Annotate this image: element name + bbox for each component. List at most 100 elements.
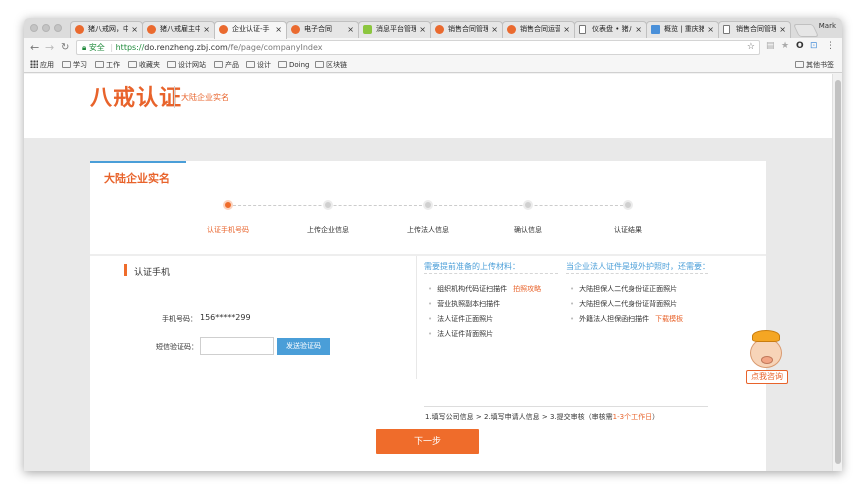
foreign-divider — [566, 273, 708, 274]
bookmark-folder[interactable]: 区块链 — [315, 60, 347, 70]
browser-tab[interactable]: 销售合同管理 × — [718, 21, 791, 38]
flow-suffix: ） — [652, 413, 660, 421]
close-tab-icon[interactable]: × — [131, 22, 138, 37]
browser-tab[interactable]: 销售合同管理 × — [430, 21, 503, 38]
step-dot — [523, 200, 533, 210]
bookmark-folder[interactable]: 设计网站 — [167, 60, 206, 70]
next-step-button[interactable]: 下一步 — [376, 429, 479, 454]
bookmark-star-icon[interactable]: ☆ — [747, 41, 755, 54]
close-tab-icon[interactable]: × — [707, 22, 714, 37]
foreign-item: • 大陆担保人二代身份证正面照片 — [570, 284, 677, 294]
close-tab-icon[interactable]: × — [419, 22, 426, 37]
zbj-logo-icon — [435, 25, 444, 34]
bookmark-folder[interactable]: 收藏夹 — [128, 60, 160, 70]
address-bar[interactable]: 🔒︎ 安全 | https://do.renzheng.zbj.com/fe/p… — [76, 40, 760, 55]
page-scrollbar[interactable] — [832, 74, 842, 471]
step-dot-active — [223, 200, 233, 210]
photo-guide-link[interactable]: 拍照攻略 — [513, 285, 541, 293]
sms-code-input[interactable] — [200, 337, 274, 355]
bookmark-label: 区块链 — [326, 61, 347, 69]
tab-title: 电子合同 — [304, 25, 332, 33]
material-item: • 营业执照副本扫描件 — [428, 299, 500, 309]
minimize-window-icon[interactable] — [42, 24, 50, 32]
bookmark-folder[interactable]: 设计 — [246, 60, 271, 70]
chart-icon — [651, 25, 660, 34]
bookmark-label: 产品 — [225, 61, 239, 69]
back-arrow-icon[interactable]: ← — [30, 41, 39, 54]
maximize-window-icon[interactable] — [54, 24, 62, 32]
bookmark-folder[interactable]: Doing — [278, 60, 310, 70]
bullet-icon: • — [428, 330, 433, 338]
bookmark-folder[interactable]: 学习 — [62, 60, 87, 70]
sms-code-label: 短信验证码： — [156, 343, 198, 351]
browser-tab[interactable]: 仪表盘 • 猪八 × — [574, 21, 647, 38]
send-code-button[interactable]: 发送验证码 — [277, 338, 330, 355]
browser-tab[interactable]: 销售合同运营 × — [502, 21, 575, 38]
close-window-icon[interactable] — [30, 24, 38, 32]
forward-arrow-icon[interactable]: → — [45, 41, 54, 54]
browser-tab[interactable]: 猪八戒雇主中 × — [142, 21, 215, 38]
close-tab-icon[interactable]: × — [203, 22, 210, 37]
tab-title: 猪八戒网，中 — [88, 25, 128, 33]
extension-ring-icon[interactable]: O — [796, 41, 804, 51]
scroll-thumb[interactable] — [835, 80, 841, 464]
phone-label: 手机号码： — [162, 315, 197, 323]
extension-icon[interactable]: ★ — [781, 41, 789, 51]
close-tab-icon[interactable]: × — [275, 22, 282, 37]
zbj-logo-icon — [75, 25, 84, 34]
download-template-link[interactable]: 下载模板 — [655, 315, 683, 323]
bookmark-other[interactable]: 其他书签 — [795, 60, 834, 70]
folder-icon — [246, 61, 255, 68]
close-tab-icon[interactable]: × — [347, 22, 354, 37]
browser-tab[interactable]: 概览 | 重庆猪 × — [646, 21, 719, 38]
zbj-logo-icon — [291, 25, 300, 34]
browser-tab[interactable]: 电子合同 × — [286, 21, 359, 38]
phone-value: 156*****299 — [200, 313, 251, 322]
bookmark-label: Doing — [289, 61, 310, 69]
bookmark-label: 工作 — [106, 61, 120, 69]
step-label-confirm: 确认信息 — [514, 226, 542, 234]
column-divider — [416, 256, 417, 379]
close-tab-icon[interactable]: × — [635, 22, 642, 37]
mascot-nose-icon — [761, 356, 773, 364]
step-dot — [623, 200, 633, 210]
card-title: 大陆企业实名 — [104, 172, 170, 185]
browser-window: 猪八戒网，中 × 猪八戒雇主中 × 企业认证-手 × 电子合同 × 消息平台管理… — [24, 18, 842, 471]
url-host: do.renzheng.zbj.com — [144, 43, 228, 52]
extension-icon[interactable]: ▤ — [766, 41, 775, 51]
browser-tab-active[interactable]: 企业认证-手 × — [214, 21, 287, 39]
foreign-item: • 大陆担保人二代身份证背面照片 — [570, 299, 677, 309]
folder-icon — [62, 61, 71, 68]
tab-title: 销售合同管理 — [448, 25, 488, 33]
extension-icon[interactable]: ⊡ — [810, 41, 818, 51]
close-tab-icon[interactable]: × — [563, 22, 570, 37]
site-logo[interactable]: 八戒认证 — [90, 80, 182, 112]
bookmark-apps[interactable]: 应用 — [30, 60, 54, 70]
bookmark-folder[interactable]: 工作 — [95, 60, 120, 70]
consult-widget[interactable]: 点我咨询 — [744, 330, 792, 392]
profile-name[interactable]: Mark — [819, 22, 836, 30]
consult-label[interactable]: 点我咨询 — [746, 370, 788, 384]
materials-title: 需要提前准备的上传材料： — [424, 262, 520, 271]
material-item-label: 法人证件背面照片 — [437, 330, 494, 338]
material-item: • 法人证件背面照片 — [428, 329, 493, 339]
logo-divider — [174, 86, 175, 108]
bullet-icon: • — [428, 315, 433, 323]
browser-tab[interactable]: 消息平台管理 × — [358, 21, 431, 38]
tab-title: 消息平台管理 — [376, 25, 416, 33]
folder-icon — [128, 61, 137, 68]
site-subtitle: 大陆企业实名 — [181, 93, 229, 102]
bookmark-folder[interactable]: 产品 — [214, 60, 239, 70]
reload-icon[interactable]: ↻ — [61, 41, 69, 54]
bullet-icon: • — [570, 285, 575, 293]
browser-tab[interactable]: 猪八戒网，中 × — [70, 21, 143, 38]
bookmark-label: 学习 — [73, 61, 87, 69]
new-tab-button[interactable] — [792, 24, 820, 37]
card-accent-line — [90, 161, 186, 163]
section-marker — [124, 264, 127, 276]
material-item-label: 法人证件正面照片 — [437, 315, 494, 323]
menu-dots-icon[interactable]: ⋮ — [826, 41, 835, 51]
site-header: 八戒认证 大陆企业实名 — [24, 74, 832, 138]
close-tab-icon[interactable]: × — [491, 22, 498, 37]
close-tab-icon[interactable]: × — [779, 22, 786, 37]
